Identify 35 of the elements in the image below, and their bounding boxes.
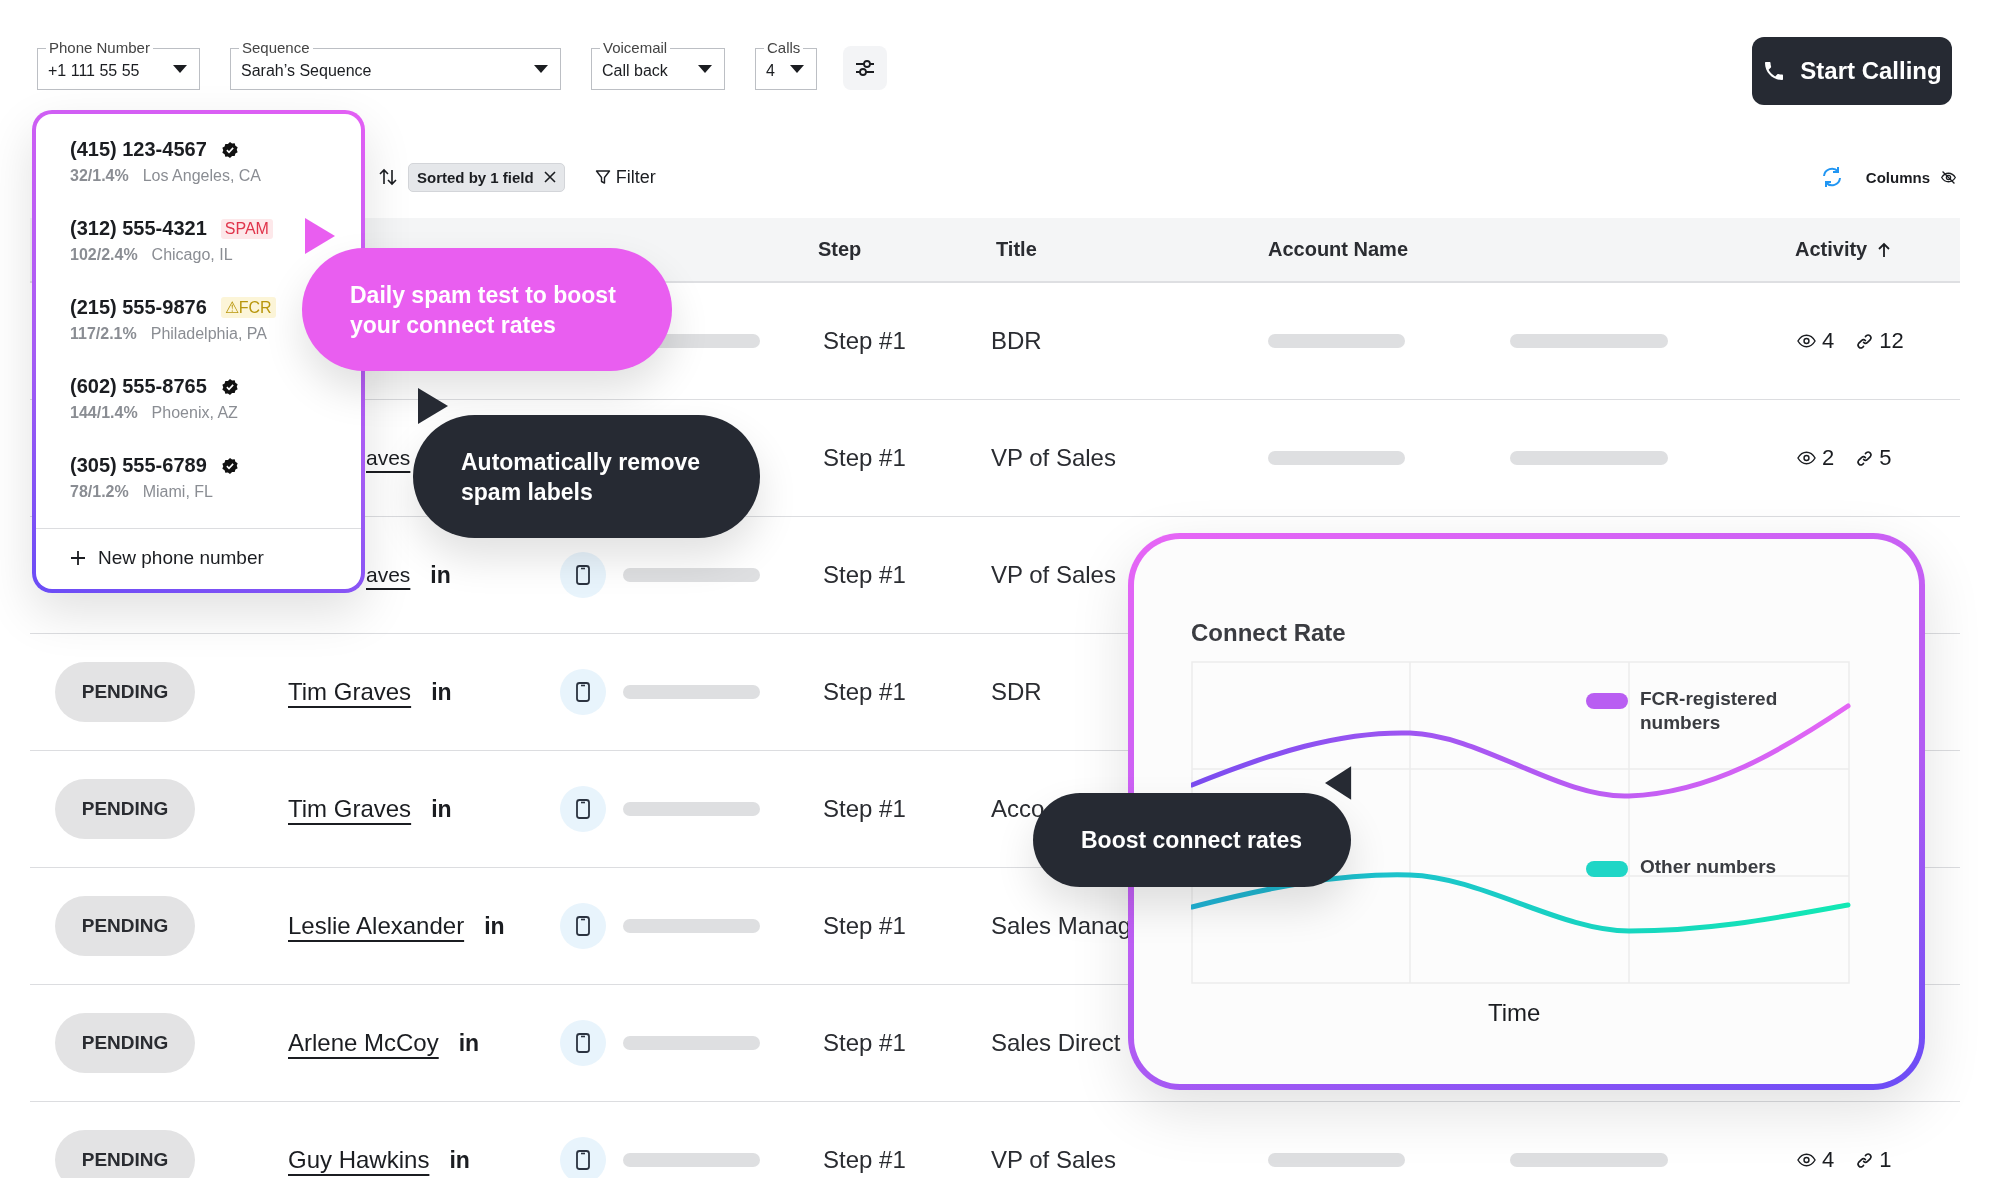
spam-badge: SPAM: [220, 218, 273, 239]
view-count: 4: [1822, 1147, 1835, 1173]
title-text: Acco: [991, 795, 1045, 823]
axis-label: Time: [1488, 999, 1541, 1027]
view-count: 4: [1822, 328, 1835, 354]
link-count: 12: [1879, 328, 1904, 354]
step-text: Step #1: [823, 444, 906, 472]
step-text: Step #1: [823, 1146, 906, 1174]
title-text: Sales Direct: [991, 1029, 1121, 1057]
chart-title: Connect Rate: [1191, 619, 1346, 647]
view-count: 2: [1822, 445, 1835, 471]
status-pill: PENDING: [55, 1013, 195, 1073]
title-text: VP of Sales: [991, 444, 1116, 472]
title-text: Sales Manag: [991, 912, 1132, 940]
step-text: Step #1: [823, 1029, 906, 1057]
callout-tooltip: Automatically remove spam labels: [413, 415, 760, 538]
title-text: SDR: [991, 678, 1042, 706]
status-pill: PENDING: [55, 896, 195, 956]
warning-badge: ⚠FCR: [220, 297, 276, 318]
status-pill: PENDING: [55, 779, 195, 839]
legend-label: Other numbers: [1640, 855, 1778, 879]
step-text: Step #1: [823, 561, 906, 589]
status-pill: PENDING: [55, 1130, 195, 1178]
step-text: Step #1: [823, 678, 906, 706]
link-count: 1: [1879, 1147, 1892, 1173]
callout-tooltip: Daily spam test to boost your connect rates: [302, 248, 672, 371]
step-text: Step #1: [823, 912, 906, 940]
title-text: VP of Sales: [991, 561, 1116, 589]
title-text: VP of Sales: [991, 1146, 1116, 1174]
step-text: Step #1: [823, 327, 906, 355]
status-pill: PENDING: [55, 662, 195, 722]
link-count: 5: [1879, 445, 1892, 471]
title-text: BDR: [991, 327, 1042, 355]
legend-label: FCR-registered numbers: [1640, 687, 1779, 735]
step-text: Step #1: [823, 795, 906, 823]
